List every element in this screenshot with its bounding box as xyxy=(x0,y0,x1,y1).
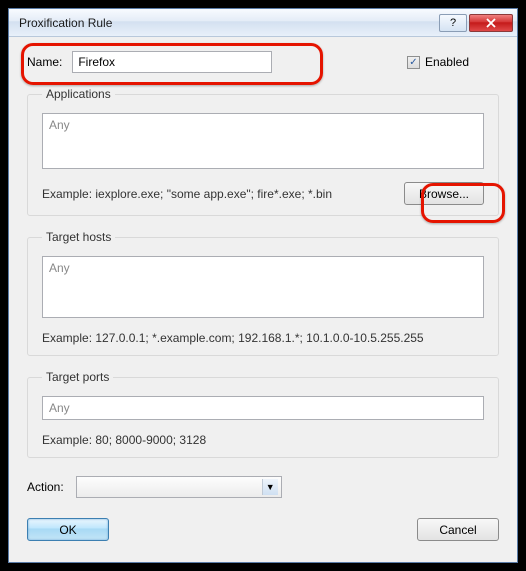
enabled-label: Enabled xyxy=(425,55,469,69)
applications-legend: Applications xyxy=(42,87,115,101)
cancel-button[interactable]: Cancel xyxy=(417,518,499,541)
ok-button[interactable]: OK xyxy=(27,518,109,541)
target-ports-group: Target ports Example: 80; 8000-9000; 312… xyxy=(27,370,499,458)
action-row: Action: ▼ xyxy=(27,476,499,498)
target-ports-example: Example: 80; 8000-9000; 3128 xyxy=(42,433,484,447)
close-button[interactable] xyxy=(469,14,513,32)
button-row: OK Cancel xyxy=(27,518,499,541)
name-input[interactable] xyxy=(72,51,272,73)
enabled-checkbox[interactable]: ✓ xyxy=(407,56,420,69)
applications-group: Applications Example: iexplore.exe; "som… xyxy=(27,87,499,216)
titlebar[interactable]: Proxification Rule ? xyxy=(9,9,517,37)
dialog-content: Name: ✓ Enabled Applications Example: ie… xyxy=(9,37,517,562)
chevron-down-icon: ▼ xyxy=(262,479,278,495)
dialog-window: Proxification Rule ? Name: ✓ Enabled App… xyxy=(8,8,518,563)
action-select[interactable]: ▼ xyxy=(76,476,282,498)
action-label: Action: xyxy=(27,480,64,494)
browse-button[interactable]: Browse... xyxy=(404,182,484,205)
close-icon xyxy=(486,18,496,28)
help-button[interactable]: ? xyxy=(439,14,467,32)
name-row: Name: ✓ Enabled xyxy=(27,51,499,73)
titlebar-title: Proxification Rule xyxy=(19,16,437,30)
applications-example: Example: iexplore.exe; "some app.exe"; f… xyxy=(42,187,332,201)
target-hosts-input[interactable] xyxy=(42,256,484,318)
target-hosts-example: Example: 127.0.0.1; *.example.com; 192.1… xyxy=(42,331,484,345)
applications-input[interactable] xyxy=(42,113,484,169)
enabled-wrap: ✓ Enabled xyxy=(407,55,469,69)
target-ports-legend: Target ports xyxy=(42,370,113,384)
target-hosts-legend: Target hosts xyxy=(42,230,115,244)
name-label: Name: xyxy=(27,55,62,69)
target-ports-input[interactable] xyxy=(42,396,484,420)
target-hosts-group: Target hosts Example: 127.0.0.1; *.examp… xyxy=(27,230,499,356)
